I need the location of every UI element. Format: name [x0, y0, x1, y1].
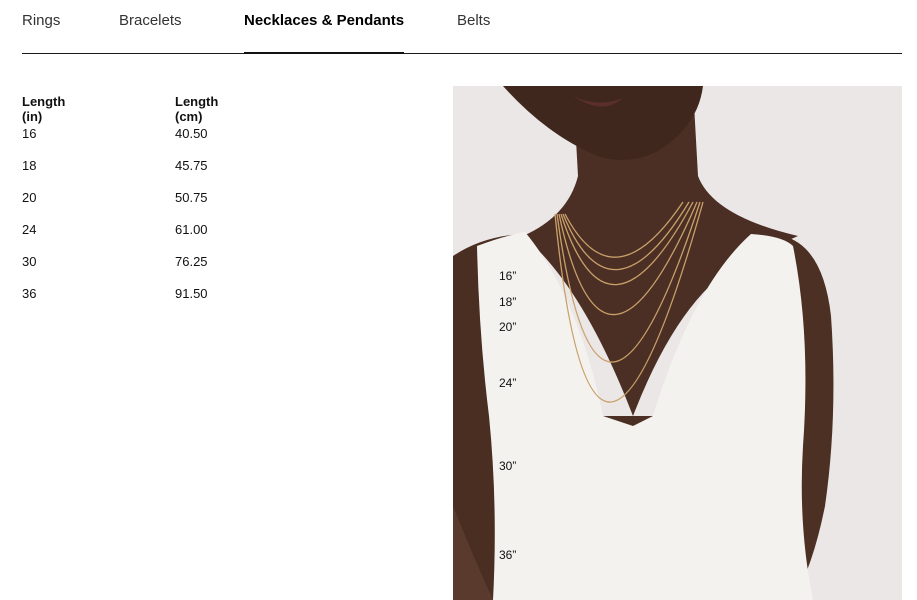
length-cm-cell: 45.75 — [175, 158, 208, 173]
length-in-cell: 16 — [22, 126, 37, 141]
length-mark-30: 30” — [499, 459, 517, 473]
column-header-length-in: Length (in) — [22, 94, 66, 124]
model-illustration — [453, 86, 902, 600]
length-cm-cell: 91.50 — [175, 286, 208, 301]
length-in-cell: 20 — [22, 190, 37, 205]
length-mark-36: 36” — [499, 548, 517, 562]
length-cm-cell: 61.00 — [175, 222, 208, 237]
length-mark-18: 18” — [499, 295, 517, 309]
size-guide-tabs: Rings Bracelets Necklaces & Pendants Bel… — [22, 0, 902, 54]
length-in-cell: 24 — [22, 222, 37, 237]
length-in-cell: 36 — [22, 286, 37, 301]
length-in-cell: 30 — [22, 254, 37, 269]
length-in-cell: 18 — [22, 158, 37, 173]
tab-bracelets[interactable]: Bracelets — [119, 12, 182, 29]
length-cm-cell: 76.25 — [175, 254, 208, 269]
length-mark-24: 24” — [499, 376, 517, 390]
length-mark-16: 16” — [499, 269, 517, 283]
column-header-length-cm: Length (cm) — [175, 94, 219, 124]
length-cm-cell: 50.75 — [175, 190, 208, 205]
length-mark-20: 20” — [499, 320, 517, 334]
tab-necklaces-pendants[interactable]: Necklaces & Pendants — [244, 12, 405, 54]
length-cm-cell: 40.50 — [175, 126, 208, 141]
tab-belts[interactable]: Belts — [457, 12, 490, 29]
necklace-length-model-image: 16” 18” 20” 24” 30” 36” — [453, 86, 902, 600]
tab-rings[interactable]: Rings — [22, 12, 60, 29]
